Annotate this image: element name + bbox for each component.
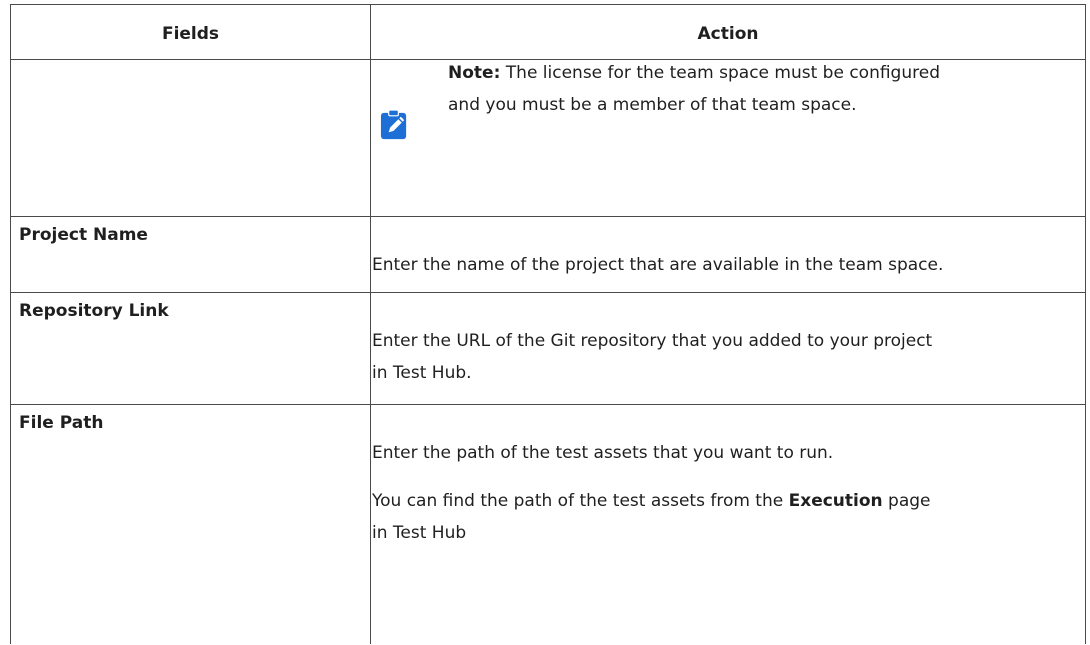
action-file-path-suffix: page: [882, 491, 931, 511]
table-row-file-path: File Path Enter the path of the test ass…: [11, 405, 1085, 645]
action-file-path-line-3: in Test Hub: [372, 523, 467, 543]
note-text-line-2: and you must be a member of that team sp…: [448, 95, 857, 115]
fields-table: Fields Action Note: The license for the …: [10, 4, 1086, 644]
note-label: Note:: [448, 63, 501, 83]
note-text: Note: The license for the team space mus…: [448, 57, 1058, 121]
action-file-path-line-2: You can find the path of the test assets…: [372, 485, 931, 517]
action-project-name: Enter the name of the project that are a…: [372, 255, 944, 275]
column-header-fields: Fields: [161, 24, 220, 44]
field-file-path: File Path: [19, 413, 104, 433]
table-row-repository-link: Repository Link Enter the URL of the Git…: [11, 293, 1085, 405]
table-row-note: Note: The license for the team space mus…: [11, 60, 1085, 217]
note-line-1: Note: The license for the team space mus…: [448, 57, 1058, 89]
action-file-path: Enter the path of the test assets that y…: [372, 437, 931, 549]
action-file-path-line-1: Enter the path of the test assets that y…: [372, 443, 834, 463]
field-project-name: Project Name: [19, 225, 148, 245]
note-text-line-1: The license for the team space must be c…: [500, 63, 940, 83]
action-repository-link-line-1: Enter the URL of the Git repository that…: [372, 331, 933, 351]
table-row-project-name: Project Name Enter the name of the proje…: [11, 217, 1085, 293]
column-divider: [370, 5, 371, 644]
pencil-note-icon: [380, 110, 407, 140]
field-repository-link: Repository Link: [19, 301, 169, 321]
column-header-action: Action: [697, 24, 759, 44]
action-repository-link: Enter the URL of the Git repository that…: [372, 325, 932, 389]
action-repository-link-line-2: in Test Hub.: [372, 363, 472, 383]
table-header-row: Fields Action: [11, 5, 1085, 60]
action-file-path-prefix: You can find the path of the test assets…: [372, 491, 789, 511]
execution-page-name: Execution: [788, 491, 883, 511]
